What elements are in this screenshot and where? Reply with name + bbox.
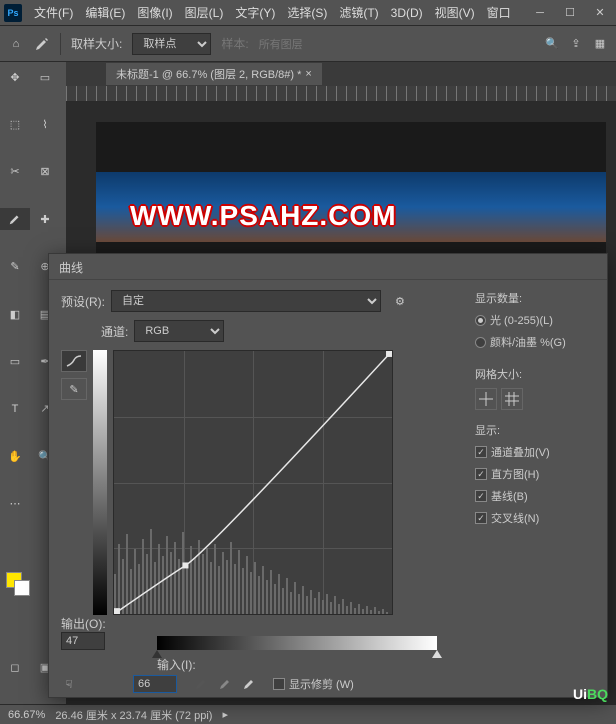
baseline-checkbox[interactable]: ✓ xyxy=(475,490,487,502)
more-tools[interactable]: ⋯ xyxy=(0,493,30,515)
preset-menu-icon[interactable]: ⚙ xyxy=(395,295,405,308)
output-input[interactable] xyxy=(61,632,105,650)
artboard-tool[interactable]: ▭ xyxy=(30,66,60,88)
lasso-tool[interactable]: ⌇ xyxy=(30,113,60,135)
share-icon[interactable]: ⇪ xyxy=(568,36,584,52)
sample-size-label: 取样大小: xyxy=(71,35,122,52)
tab-title: 未标题-1 @ 66.7% (图层 2, RGB/8#) * xyxy=(116,66,301,82)
output-label: 输出(O): xyxy=(61,615,107,632)
show-clipping-label: 显示修剪 (W) xyxy=(289,676,354,692)
eraser-tool[interactable]: ◧ xyxy=(0,303,30,325)
sample-label: 样本: xyxy=(221,35,248,52)
menu-select[interactable]: 选择(S) xyxy=(281,1,333,24)
rectangle-tool[interactable]: ▭ xyxy=(0,351,30,373)
menu-window[interactable]: 窗口 xyxy=(481,1,517,24)
watermark-text: WWW.PSAHZ.COM xyxy=(130,200,397,232)
curves-dialog: 曲线 预设(R): 自定 ⚙ 通道: RGB ✎ xyxy=(48,253,608,698)
background-color[interactable] xyxy=(14,580,30,596)
display-amount-label: 显示数量: xyxy=(475,290,599,306)
status-bar: 66.67% 26.46 厘米 x 23.74 厘米 (72 ppi) ▸ xyxy=(0,704,616,724)
menu-layer[interactable]: 图层(L) xyxy=(179,1,230,24)
hand-tool[interactable]: ✋ xyxy=(0,445,30,467)
workspace-icon[interactable]: ▦ xyxy=(592,36,608,52)
histogram-checkbox[interactable]: ✓ xyxy=(475,468,487,480)
show-label: 显示: xyxy=(475,422,599,438)
close-button[interactable]: ✕ xyxy=(588,4,612,22)
intersection-label: 交叉线(N) xyxy=(491,510,539,526)
menu-bar: Ps 文件(F) 编辑(E) 图像(I) 图层(L) 文字(Y) 选择(S) 滤… xyxy=(0,0,616,26)
menu-filter[interactable]: 滤镜(T) xyxy=(333,1,384,24)
eyedropper-tool-icon[interactable] xyxy=(34,36,50,52)
dialog-title: 曲线 xyxy=(49,254,607,280)
crop-tool[interactable]: ✂ xyxy=(0,161,30,183)
marquee-tool[interactable]: ⬚ xyxy=(0,113,30,135)
preset-label: 预设(R): xyxy=(61,293,105,310)
histogram-label: 直方图(H) xyxy=(491,466,539,482)
baseline-label: 基线(B) xyxy=(491,488,528,504)
curve-graph[interactable] xyxy=(113,350,393,615)
channel-overlay-checkbox[interactable]: ✓ xyxy=(475,446,487,458)
preset-select[interactable]: 自定 xyxy=(111,290,381,312)
intersection-checkbox[interactable]: ✓ xyxy=(475,512,487,524)
gray-eyedropper-icon[interactable] xyxy=(217,676,233,692)
menu-file[interactable]: 文件(F) xyxy=(28,1,79,24)
brush-tool[interactable]: ✎ xyxy=(0,256,30,278)
white-point-slider[interactable] xyxy=(432,650,442,658)
sample-value: 所有图层 xyxy=(259,36,303,52)
channel-label: 通道: xyxy=(101,323,128,340)
menu-type[interactable]: 文字(Y) xyxy=(229,1,281,24)
black-eyedropper-icon[interactable] xyxy=(193,676,209,692)
curve-tool-button[interactable] xyxy=(61,350,87,372)
show-clipping-checkbox[interactable] xyxy=(273,678,285,690)
output-gradient xyxy=(93,350,107,615)
pencil-tool-button[interactable]: ✎ xyxy=(61,378,87,400)
light-label: 光 (0-255)(L) xyxy=(490,312,553,328)
maximize-button[interactable]: ☐ xyxy=(558,4,582,22)
app-logo: Ps xyxy=(4,4,22,22)
pigment-radio[interactable] xyxy=(475,337,486,348)
input-label: 输入(I): xyxy=(157,656,196,673)
eyedropper-tool[interactable] xyxy=(0,208,30,230)
menu-edit[interactable]: 编辑(E) xyxy=(79,1,131,24)
move-tool[interactable]: ✥ xyxy=(0,66,30,88)
black-point-slider[interactable] xyxy=(152,650,162,658)
horizontal-ruler xyxy=(66,86,616,102)
menu-image[interactable]: 图像(I) xyxy=(131,1,178,24)
input-input[interactable] xyxy=(133,675,177,693)
source-watermark: UiBQ xyxy=(573,686,608,702)
light-radio[interactable] xyxy=(475,315,486,326)
frame-tool[interactable]: ⊠ xyxy=(30,161,60,183)
channel-select[interactable]: RGB xyxy=(134,320,224,342)
doc-info-chevron-icon[interactable]: ▸ xyxy=(222,708,228,721)
grid-small-button[interactable] xyxy=(475,388,497,410)
input-gradient[interactable] xyxy=(157,636,437,650)
menu-3d[interactable]: 3D(D) xyxy=(385,3,429,23)
home-icon[interactable]: ⌂ xyxy=(8,36,24,52)
grid-size-label: 网格大小: xyxy=(475,366,599,382)
type-tool[interactable]: T xyxy=(0,398,30,420)
zoom-level[interactable]: 66.67% xyxy=(8,709,45,721)
tab-close-icon[interactable]: × xyxy=(305,68,311,80)
menu-view[interactable]: 视图(V) xyxy=(429,1,481,24)
sample-size-select[interactable]: 取样点 xyxy=(132,33,211,55)
pigment-label: 颜料/油墨 %(G) xyxy=(490,334,566,350)
document-tab[interactable]: 未标题-1 @ 66.7% (图层 2, RGB/8#) * × xyxy=(106,63,322,85)
curve-line[interactable] xyxy=(114,351,392,614)
search-icon[interactable]: 🔍 xyxy=(544,36,560,52)
grid-large-button[interactable] xyxy=(501,388,523,410)
options-bar: ⌂ 取样大小: 取样点 样本: 所有图层 🔍 ⇪ ▦ xyxy=(0,26,616,62)
minimize-button[interactable]: ─ xyxy=(528,4,552,22)
doc-info: 26.46 厘米 x 23.74 厘米 (72 ppi) xyxy=(55,707,212,723)
channel-overlay-label: 通道叠加(V) xyxy=(491,444,550,460)
quickmask-tool[interactable]: ◻ xyxy=(0,656,30,678)
white-eyedropper-icon[interactable] xyxy=(241,676,257,692)
on-image-adjust-icon[interactable]: ☟ xyxy=(61,676,77,692)
document-tabs: » 未标题-1 @ 66.7% (图层 2, RGB/8#) * × xyxy=(66,62,616,86)
healing-tool[interactable]: ✚ xyxy=(30,208,60,230)
